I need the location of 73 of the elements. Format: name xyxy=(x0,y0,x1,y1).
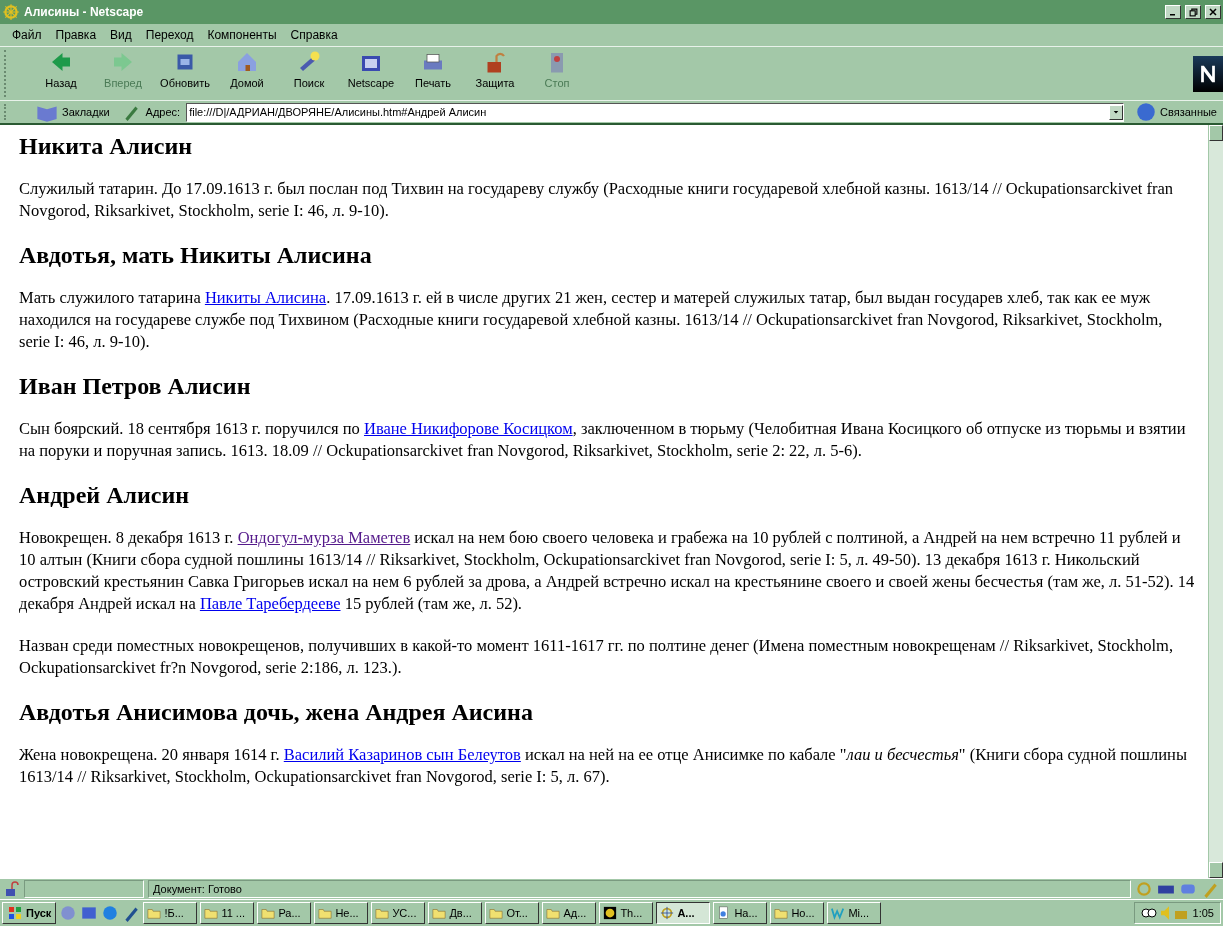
taskbar-button[interactable]: Но... xyxy=(770,902,825,924)
menu-item[interactable]: Правка xyxy=(55,28,97,42)
speaker-icon xyxy=(1160,906,1169,920)
address-label: Адрес: xyxy=(145,106,181,118)
folder-icon xyxy=(489,906,504,920)
windows-flag-icon xyxy=(7,905,23,921)
paragraph: Служилый татарин. До 17.09.1613 г. был послан под Тихвин на государеву службу (Расходные книги государевой хлебной казны. 1613/14 // Ockupationsarckivet fran Novgorod, Riksarkivet, Stockholm, serie I: 46, л. 9-10). xyxy=(19,178,1175,222)
address-field[interactable]: file:///D|/АДРИАН/ДВОРЯНЕ/Алисины.htm#Андрей Алисин xyxy=(187,106,1110,118)
app-icon xyxy=(603,906,618,920)
folder-icon xyxy=(261,906,276,920)
link[interactable]: Василий Казаринов сын Белеутов xyxy=(283,745,521,764)
restore-button[interactable] xyxy=(1185,5,1201,19)
taskbar-button[interactable]: !Б... xyxy=(143,902,198,924)
folder-icon xyxy=(546,906,561,920)
bookmarks-button[interactable]: Закладки xyxy=(30,101,116,123)
paragraph: Новокрещен. 8 декабря 1613 г. Ондогул-мурза Маметев искал на нем бою своего человека и грабежа на 10 рублей с полтиной, а Андрей на нем встречно 11 рублей и 10 алтын (Книги сбора судной пошлины 1613/14 // Riksarkivet, Stockholm, Ockupationsarckivet fran Novgorod, serie I: 5, л. 49-50). 13 декабря 1613 г. Никольский островский крестьянин Савка Григорьев искал на нем 6 рублей за дрова, а Андрей встречно искал на крестьянине своего и своей жены бесчестья (там же, л. 51-52). 14 декабря Андрей искал на Павле Таребердееве 15 рублей (там же, л. 52). xyxy=(19,527,1196,615)
taskbar-button[interactable]: Дв... xyxy=(428,902,483,924)
menu-item[interactable]: Вид xyxy=(110,28,132,42)
taskbar-button[interactable]: УС... xyxy=(371,902,426,924)
eyes-icon xyxy=(1140,905,1157,921)
taskbar-button[interactable]: 11 ... xyxy=(200,902,255,924)
close-icon xyxy=(1209,8,1217,16)
globe-icon xyxy=(1136,102,1157,122)
paragraph: Мать служилого татарина Никиты Алисина. 17.09.1613 г. ей в числе других 21 жен, сестер и матерей служилых татар, был выдан государев хлеб, так как ее муж находился на государеве службе под Тихвином (Расходные книги государевой хлебной казны. 1613/14 // Ockupationsarckivet fran Novgorod, Riksarkivet, Stockholm, serie I: 46, л. 9-10). xyxy=(19,287,1164,353)
toolbar-button[interactable]: Назад xyxy=(30,49,92,98)
word-w-icon xyxy=(831,906,846,920)
menu-item[interactable]: Файл xyxy=(12,28,42,42)
taskbar-button[interactable]: Ад... xyxy=(542,902,597,924)
start-button[interactable]: Пуск xyxy=(2,902,57,924)
folder-icon xyxy=(147,906,162,920)
paragraph: Жена новокрещена. 20 января 1614 г. Василий Казаринов сын Белеутов искал на ней на ее отце Анисимке по кабале "лаи и бесчестья" (Книги сбора судной пошлины 1613/14 // Riksarkivet, Stockholm, Ockupationsarckivet fran Novgorod, serie I: 5, л. 67). xyxy=(19,744,1188,788)
taskbar-button[interactable]: Mi... xyxy=(827,902,882,924)
section-heading: Никита Алисин xyxy=(19,133,194,160)
section-heading: Авдотья Анисимова дочь, жена Андрея Аисина xyxy=(19,699,534,726)
toolbar-button[interactable]: Поиск xyxy=(278,49,340,98)
toolbar-button[interactable]: Защита xyxy=(464,49,526,98)
folder-icon xyxy=(204,906,219,920)
toolbar-button[interactable]: Печать xyxy=(402,49,464,98)
toolbar-button[interactable]: Домой xyxy=(216,49,278,98)
section-heading: Авдотья, мать Никиты Алисина xyxy=(19,242,373,269)
folder-icon xyxy=(318,906,333,920)
taskbar-button[interactable]: На... xyxy=(713,902,768,924)
paragraph: Назван среди поместных новокрещенов, получивших в какой-то момент 1611-1617 гг. по полтине денег (Имена поместным новокрещенам // Riksarkivet, Stockholm, Ockupationsarckivet fr?n Novgorod, serie 2:186, л. 123.). xyxy=(19,635,1175,679)
taskbar-button[interactable]: Ра... xyxy=(257,902,312,924)
window-title: Алисины - Netscape xyxy=(24,5,145,19)
taskbar-button[interactable]: Th... xyxy=(599,902,654,924)
section-heading: Андрей Алисин xyxy=(19,482,191,509)
paragraph: Сын боярский. 18 сентября 1613 г. поручился по Иване Никифорове Косицком, заключенном в тюрьму (Челобитная Ивана Косицкого об отпуске из тюрьмы и взятии на поруки и поручная запись. 1613. 18.09 // Ockupationsarckivet fran Novgorod, Riksarkivet, Stockholm, serie 2: 22, л. 5-6). xyxy=(19,418,1187,462)
related-button[interactable]: Связанные xyxy=(1130,102,1223,122)
menu-item[interactable]: Переход xyxy=(145,28,194,42)
clock: 1:05 xyxy=(1192,907,1214,919)
link[interactable]: Иване Никифорове Косицком xyxy=(363,419,573,438)
folder-icon xyxy=(432,906,447,920)
link[interactable]: Павле Таребердееве xyxy=(199,594,341,613)
taskbar-button[interactable]: Не... xyxy=(314,902,369,924)
address-box[interactable]: file:///D|/АДРИАН/ДВОРЯНЕ/Алисины.htm#Андрей Алисин xyxy=(186,102,1125,122)
dropdown-button[interactable] xyxy=(1109,104,1124,120)
toolbar-button[interactable]: Netscape xyxy=(340,49,402,98)
close-button[interactable] xyxy=(1205,5,1221,19)
folder-icon xyxy=(375,906,390,920)
status-text: Документ: Готово xyxy=(153,883,242,895)
taskbar-button[interactable]: От... xyxy=(485,902,540,924)
section-heading: Иван Петров Алисин xyxy=(19,373,252,400)
link[interactable]: Ондогул-мурза Маметев xyxy=(237,528,411,547)
taskbar-button[interactable]: А... xyxy=(656,902,711,924)
menu-item[interactable]: Справка xyxy=(290,28,338,42)
toolbar-button[interactable]: Обновить xyxy=(154,49,216,98)
menu-item[interactable]: Компоненты xyxy=(207,28,277,42)
minimize-button[interactable] xyxy=(1165,5,1181,19)
caret-icon xyxy=(1113,108,1120,115)
restore-icon xyxy=(1188,7,1198,17)
padlock-icon xyxy=(4,881,20,897)
folder-icon xyxy=(774,906,789,920)
